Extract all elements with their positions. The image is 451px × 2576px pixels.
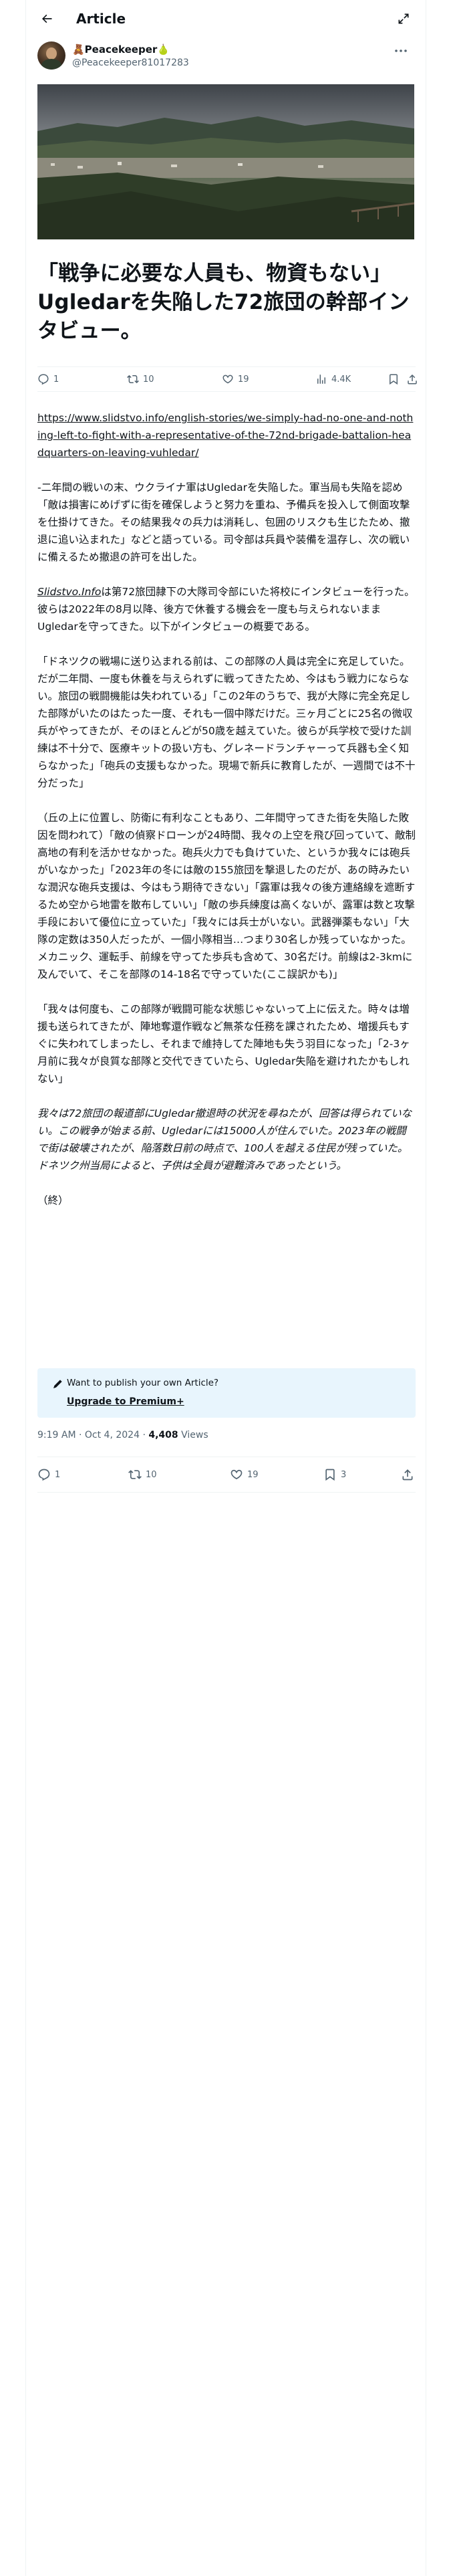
author-name[interactable]: 🧸Peacekeeper🍐 bbox=[72, 43, 170, 56]
reply-icon bbox=[38, 374, 49, 385]
reply-button[interactable]: 1 bbox=[37, 372, 59, 386]
reply-button[interactable]: 1 bbox=[37, 1468, 60, 1481]
article-title: 「戦争に必要な人員も、物資もない」 Ugledarを失陥した72旅団の幹部インタ… bbox=[37, 261, 410, 343]
paragraph-end: （終） bbox=[37, 1194, 69, 1206]
action-bar-top: 1 10 19 4.4K bbox=[37, 366, 418, 392]
more-button[interactable] bbox=[393, 44, 409, 58]
landscape-image bbox=[37, 84, 414, 239]
source-name-link[interactable]: Slidstvo.Info bbox=[37, 586, 101, 598]
post-meta: 9:19 AM · Oct 4, 2024 · 4,408 Views bbox=[37, 1428, 208, 1442]
action-bar-bottom: 1 10 19 3 bbox=[37, 1457, 416, 1493]
article-feather-icon bbox=[53, 1380, 62, 1388]
paragraph: 「我々は何度も、この部隊が戦闘可能な状態じゃないって上に伝えた。時々は増援も送ら… bbox=[37, 1003, 410, 1085]
paragraph: Slidstvo.Infoは第72旅団隷下の大隊司令部にいた将校にインタビューを… bbox=[37, 583, 416, 635]
avatar[interactable] bbox=[37, 41, 65, 70]
reply-count: 1 bbox=[55, 1469, 61, 1480]
cover-image[interactable] bbox=[37, 84, 414, 239]
article-body: https://www.slidstvo.info/english-storie… bbox=[37, 409, 416, 1226]
expand-button[interactable] bbox=[394, 9, 413, 28]
reply-icon bbox=[38, 1469, 50, 1481]
author-row: 🧸Peacekeeper🍐 @Peacekeeper81017283 bbox=[37, 41, 425, 74]
promo-text: Want to publish your own Article? bbox=[67, 1378, 219, 1388]
analytics-icon bbox=[317, 374, 325, 384]
like-button[interactable]: 19 bbox=[230, 1468, 259, 1481]
repost-count: 10 bbox=[146, 1469, 157, 1480]
views-label: Views bbox=[178, 1430, 208, 1440]
heart-icon bbox=[222, 374, 233, 384]
paragraph: -二年間の戦いの末、ウクライナ軍はUgledarを失陥した。軍当局も失陥を認め「… bbox=[37, 481, 410, 563]
arrow-left-icon bbox=[42, 14, 52, 23]
share-icon bbox=[402, 1469, 413, 1481]
expand-icon bbox=[398, 13, 409, 24]
paragraph: 「ドネツクの戦場に送り込まれる前は、この部隊の人員は完全に充足していた。だが二年… bbox=[37, 655, 416, 789]
share-button[interactable] bbox=[401, 1468, 414, 1481]
bookmark-button[interactable]: 3 bbox=[323, 1468, 346, 1481]
bookmark-count: 3 bbox=[341, 1469, 347, 1480]
premium-promo: Want to publish your own Article? Upgrad… bbox=[37, 1368, 416, 1418]
back-button[interactable] bbox=[37, 9, 56, 28]
heart-icon bbox=[231, 1469, 243, 1480]
share-icon bbox=[408, 374, 417, 385]
author-handle[interactable]: @Peacekeeper81017283 bbox=[72, 56, 189, 70]
timestamp[interactable]: 9:19 AM · Oct 4, 2024 · bbox=[37, 1430, 148, 1440]
repost-button[interactable]: 10 bbox=[128, 1468, 157, 1481]
more-icon bbox=[395, 49, 407, 52]
bookmark-icon bbox=[325, 1469, 335, 1481]
views-button[interactable]: 4.4K bbox=[315, 372, 351, 386]
reply-count: 1 bbox=[53, 374, 59, 385]
like-button[interactable]: 19 bbox=[222, 372, 249, 386]
repost-count: 10 bbox=[143, 374, 154, 385]
share-button[interactable] bbox=[406, 372, 418, 386]
source-link[interactable]: https://www.slidstvo.info/english-storie… bbox=[37, 412, 413, 459]
page-title: Article bbox=[76, 11, 126, 27]
paragraph-italic: 我々は72旅団の報道部にUgledar撤退時の状況を尋ねたが、回答は得られていな… bbox=[37, 1107, 412, 1172]
repost-icon bbox=[128, 1470, 142, 1479]
views-total: 4,408 bbox=[148, 1430, 178, 1440]
repost-icon bbox=[127, 374, 139, 384]
paragraph: （丘の上に位置し、防衛に有利なこともあり、二年間守ってきた街を失陥した敗因を問わ… bbox=[37, 812, 416, 980]
bookmark-button[interactable] bbox=[388, 372, 400, 386]
upgrade-link[interactable]: Upgrade to Premium+ bbox=[67, 1395, 184, 1408]
views-count: 4.4K bbox=[331, 374, 351, 385]
like-count: 19 bbox=[247, 1469, 259, 1480]
like-count: 19 bbox=[238, 374, 249, 385]
top-bar: Article bbox=[25, 0, 425, 37]
repost-button[interactable]: 10 bbox=[127, 372, 154, 386]
bookmark-icon bbox=[390, 374, 398, 385]
